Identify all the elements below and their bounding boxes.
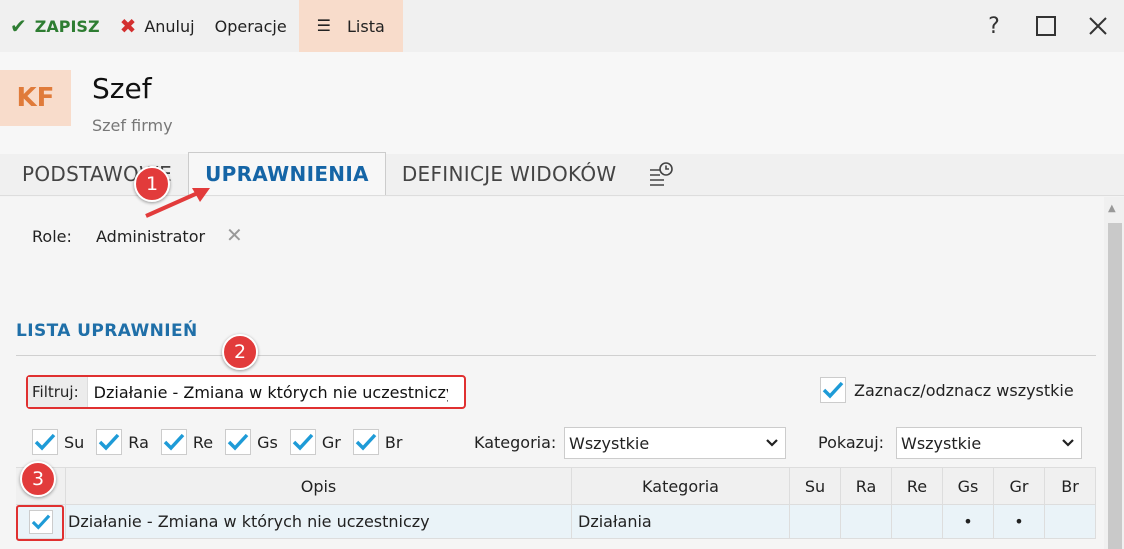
flag-checkbox[interactable]: [352, 429, 379, 455]
list-button[interactable]: ☰ Lista: [298, 0, 403, 52]
maximize-icon: [1036, 16, 1056, 36]
scroll-thumb[interactable]: [1108, 223, 1122, 549]
category-select[interactable]: Wszystkie: [564, 427, 786, 459]
flag-gr[interactable]: Gr: [289, 429, 341, 455]
content-area: Role: Administrator ✕ LISTA UPRAWNIEŃ Fi…: [0, 197, 1104, 549]
list-label: Lista: [347, 16, 385, 36]
header-su[interactable]: Su: [790, 468, 841, 504]
flag-br[interactable]: Br: [352, 429, 403, 455]
tab-definicje-widokow[interactable]: DEFINICJE WIDOKÓW: [386, 153, 633, 195]
category-label: Kategoria:: [474, 433, 557, 452]
header-br[interactable]: Br: [1045, 468, 1096, 504]
header-gr[interactable]: Gr: [994, 468, 1045, 504]
flag-label: Su: [64, 432, 85, 452]
check-icon: [99, 433, 120, 451]
header-gs[interactable]: Gs: [943, 468, 994, 504]
check-icon: [34, 433, 56, 451]
flag-label: Gr: [321, 432, 341, 452]
close-window-button[interactable]: [1072, 16, 1124, 36]
section-divider: [16, 355, 1096, 356]
row-checkbox-highlight: [16, 505, 64, 541]
cell-re: [892, 505, 943, 538]
cell-kategoria: Działania: [572, 505, 790, 538]
close-icon: ✖: [119, 14, 137, 38]
flag-checkbox[interactable]: [96, 429, 123, 455]
check-icon: [822, 381, 844, 399]
callout-arrow: [145, 188, 210, 218]
flag-filters: Su Ra Re Gs Gr Br: [32, 429, 414, 455]
cell-gs: •: [943, 505, 994, 538]
toolbar: ✔ ZAPISZ ✖ Anuluj Operacje ☰ Lista ?: [0, 0, 1124, 52]
callout-badge-3: 3: [20, 461, 56, 497]
header-ra[interactable]: Ra: [841, 468, 892, 504]
flag-label: Br: [384, 432, 403, 452]
category-value: Wszystkie: [569, 433, 650, 453]
flag-label: Ra: [128, 432, 149, 452]
flag-checkbox[interactable]: [160, 429, 187, 455]
filter-input[interactable]: [87, 382, 448, 402]
show-select[interactable]: Wszystkie: [896, 427, 1082, 459]
scroll-up-icon[interactable]: ▲: [1108, 203, 1116, 214]
clear-role-icon[interactable]: ✕: [226, 223, 243, 247]
record-header: KF Szef Szef firmy: [0, 52, 1124, 154]
avatar: KF: [0, 70, 71, 126]
chevron-down-icon: [1062, 439, 1074, 447]
callout-badge-2: 2: [222, 334, 258, 370]
select-all-checkbox[interactable]: [820, 377, 846, 403]
cell-gr: •: [994, 505, 1045, 538]
flag-su[interactable]: Su: [32, 429, 84, 455]
check-icon: [292, 433, 314, 451]
select-all-toggle[interactable]: Zaznacz/odznacz wszystkie: [820, 377, 1074, 403]
show-label: Pokazuj:: [818, 433, 885, 452]
flag-gs[interactable]: Gs: [225, 429, 278, 455]
check-icon: ✔: [10, 14, 27, 38]
operations-label: Operacje: [214, 16, 287, 36]
cancel-button[interactable]: ✖ Anuluj: [110, 0, 205, 52]
header-opis[interactable]: Opis: [66, 468, 572, 504]
flag-checkbox[interactable]: [225, 429, 252, 455]
page-title: Szef: [92, 72, 152, 105]
cell-br: [1045, 505, 1096, 538]
hamburger-icon: ☰: [316, 16, 331, 35]
check-icon: [163, 433, 185, 451]
check-icon: [355, 433, 377, 451]
flag-label: Re: [192, 432, 214, 452]
role-label: Role:: [32, 227, 72, 246]
history-icon: [650, 162, 674, 186]
cell-opis: Działanie - Zmiana w których nie uczestn…: [66, 505, 572, 538]
cancel-label: Anuluj: [144, 16, 195, 36]
flag-label: Gs: [257, 432, 278, 452]
flag-re[interactable]: Re: [160, 429, 214, 455]
filter-label: Filtruj:: [28, 377, 88, 407]
window-controls: ?: [968, 0, 1124, 52]
operations-button[interactable]: Operacje: [205, 0, 297, 52]
cell-ra: [841, 505, 892, 538]
flag-checkbox[interactable]: [289, 429, 316, 455]
filter-field: Filtruj:: [26, 375, 466, 409]
header-kategoria[interactable]: Kategoria: [572, 468, 790, 504]
tab-history[interactable]: [632, 153, 690, 195]
flag-ra[interactable]: Ra: [96, 429, 149, 455]
vertical-scrollbar[interactable]: ▲: [1104, 197, 1124, 549]
save-button[interactable]: ✔ ZAPISZ: [0, 0, 110, 52]
select-all-label: Zaznacz/odznacz wszystkie: [854, 380, 1074, 400]
show-value: Wszystkie: [901, 433, 982, 453]
role-value: Administrator: [96, 227, 206, 246]
cell-su: [790, 505, 841, 538]
close-window-icon: [1089, 17, 1107, 35]
header-re[interactable]: Re: [892, 468, 943, 504]
table-row[interactable]: Działanie - Zmiana w których nie uczestn…: [16, 505, 1096, 539]
flag-checkbox[interactable]: [32, 429, 58, 455]
section-title: LISTA UPRAWNIEŃ: [16, 321, 198, 341]
save-label: ZAPISZ: [34, 16, 100, 36]
maximize-button[interactable]: [1020, 16, 1072, 36]
permissions-table: Opis Kategoria Su Ra Re Gs Gr Br Działan…: [16, 467, 1096, 539]
table-header: Opis Kategoria Su Ra Re Gs Gr Br: [16, 467, 1096, 505]
help-button[interactable]: ?: [968, 14, 1020, 39]
check-icon: [227, 433, 249, 451]
page-subtitle: Szef firmy: [92, 116, 173, 135]
chevron-down-icon: [766, 439, 778, 447]
